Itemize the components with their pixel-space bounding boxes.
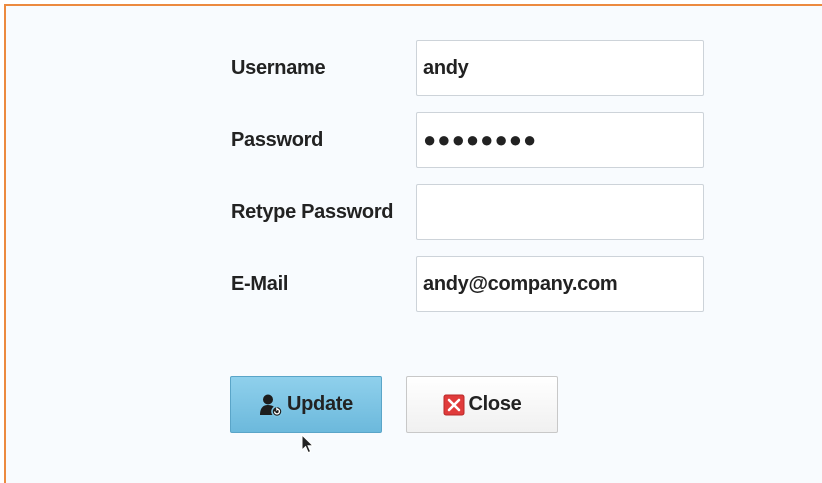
close-button[interactable]: Close [406, 376, 558, 433]
username-label: Username [231, 57, 326, 79]
update-button-label: Update [287, 393, 353, 415]
close-button-label: Close [468, 393, 522, 415]
email-input[interactable] [416, 256, 704, 312]
user-update-icon [259, 393, 283, 417]
email-label: E-Mail [231, 273, 289, 295]
mouse-cursor-icon [301, 433, 315, 454]
close-icon [443, 394, 465, 416]
password-row: Password [6, 112, 822, 168]
password-input[interactable] [416, 112, 704, 168]
retype-password-label: Retype Password [231, 201, 394, 223]
update-button[interactable]: Update [230, 376, 382, 433]
password-label: Password [231, 129, 324, 151]
username-input[interactable] [416, 40, 704, 96]
retype-password-input[interactable] [416, 184, 704, 240]
user-edit-panel: Username Password Retype Password E-Mail… [4, 4, 822, 483]
email-row: E-Mail [6, 256, 822, 312]
retype-password-row: Retype Password [6, 184, 822, 240]
username-row: Username [6, 40, 822, 96]
